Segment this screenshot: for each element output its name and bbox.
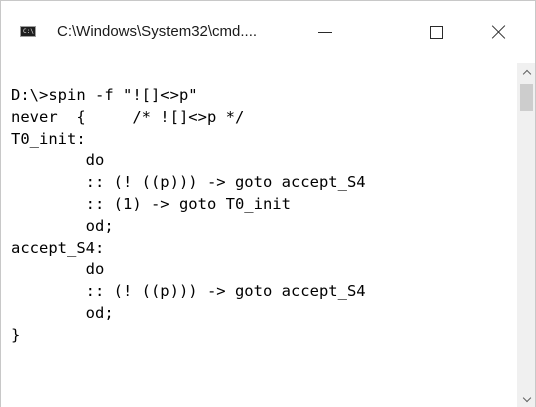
cmd-icon[interactable]: C:\	[20, 26, 36, 37]
chevron-down-icon	[522, 393, 531, 402]
maximize-icon	[429, 25, 443, 39]
console-line: :: (! ((p))) -> goto accept_S4	[11, 282, 366, 301]
console-output[interactable]: D:\>spin -f "![]<>p" never { /* ![]<>p *…	[1, 63, 517, 407]
console-line: accept_S4:	[11, 238, 105, 257]
window-title: C:\Windows\System32\cmd....	[57, 23, 258, 40]
console-line: :: (1) -> goto T0_init	[11, 194, 291, 213]
minimize-icon	[318, 31, 332, 33]
title-bar[interactable]: C:\ C:\Windows\System32\cmd....	[1, 1, 535, 63]
cmd-icon-label: C:\	[23, 28, 34, 35]
console-line: do	[11, 260, 105, 279]
close-button[interactable]	[481, 15, 517, 49]
chevron-up-icon	[522, 69, 531, 78]
console-line: :: (! ((p))) -> goto accept_S4	[11, 173, 366, 192]
vertical-scrollbar[interactable]	[517, 63, 535, 407]
maximize-button[interactable]	[418, 15, 454, 49]
console-line: od;	[11, 216, 114, 235]
console-line: od;	[11, 303, 114, 322]
console-line: never { /* ![]<>p */	[11, 107, 245, 126]
console-line: do	[11, 151, 105, 170]
close-icon	[491, 24, 507, 40]
minimize-button[interactable]	[307, 15, 343, 49]
console-lines: D:\>spin -f "![]<>p" never { /* ![]<>p *…	[11, 85, 366, 347]
scroll-thumb[interactable]	[520, 84, 533, 111]
console-line: D:\>spin -f "![]<>p"	[11, 86, 198, 104]
console-line: T0_init:	[11, 129, 86, 148]
console-line: }	[11, 325, 21, 344]
scroll-down-button[interactable]	[517, 390, 535, 407]
scroll-up-button[interactable]	[517, 63, 535, 81]
cmd-window: C:\ C:\Windows\System32\cmd.... D:\>spin…	[0, 0, 536, 407]
